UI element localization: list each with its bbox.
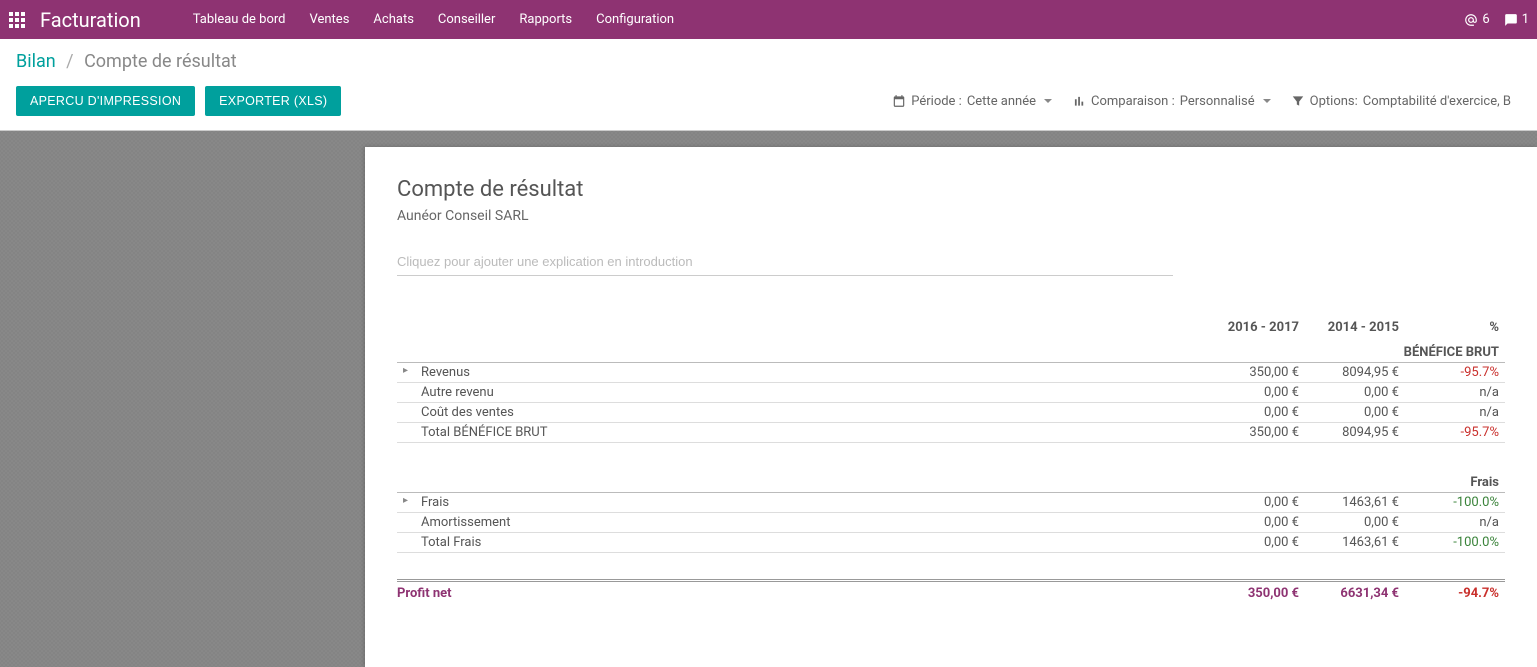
breadcrumb-current: Compte de résultat xyxy=(84,51,237,72)
percent-cell: n/a xyxy=(1405,512,1505,532)
calendar-icon xyxy=(892,94,906,108)
net-label: Profit net xyxy=(397,582,1205,603)
intro-input[interactable] xyxy=(397,248,1173,276)
row-label: Total BÉNÉFICE BRUT xyxy=(397,423,1205,443)
amount-cell: 0,00 € xyxy=(1205,492,1305,512)
report-canvas: Compte de résultat Aunéor Conseil SARL 2… xyxy=(0,130,1537,667)
table-row: ▸Frais0,00 €1463,61 €-100.0% xyxy=(397,492,1505,512)
amount-cell: 0,00 € xyxy=(1305,512,1405,532)
col-period-2: 2014 - 2015 xyxy=(1305,316,1405,341)
filter-options[interactable]: Options: Comptabilité d'exercice, B xyxy=(1281,94,1521,109)
comparison-label: Comparaison : xyxy=(1091,94,1175,109)
net-percent: -94.7% xyxy=(1405,582,1505,603)
chat-indicator[interactable]: 1 xyxy=(1504,12,1529,27)
section-header: Frais xyxy=(397,471,1505,493)
row-label: Total Frais xyxy=(397,532,1205,552)
row-label: Coût des ventes xyxy=(397,403,1205,423)
menu-item-purchases[interactable]: Achats xyxy=(361,0,425,39)
table-row: Amortissement0,00 €0,00 €n/a xyxy=(397,512,1505,532)
menu-item-config[interactable]: Configuration xyxy=(584,0,686,39)
filter-period[interactable]: Période : Cette année xyxy=(882,94,1062,109)
percent-cell: -100.0% xyxy=(1405,532,1505,552)
report-sheet: Compte de résultat Aunéor Conseil SARL 2… xyxy=(365,147,1537,667)
amount-cell: 350,00 € xyxy=(1205,363,1305,383)
amount-cell: 0,00 € xyxy=(1205,383,1305,403)
amount-cell: 0,00 € xyxy=(1205,532,1305,552)
expand-icon[interactable]: ▸ xyxy=(403,495,408,506)
bar-chart-icon xyxy=(1072,94,1086,108)
main-menu: Tableau de bord Ventes Achats Conseiller… xyxy=(181,0,686,39)
table-row: Autre revenu0,00 €0,00 €n/a xyxy=(397,383,1505,403)
mentions-count: 6 xyxy=(1482,12,1489,27)
amount-cell: 8094,95 € xyxy=(1305,363,1405,383)
chevron-down-icon xyxy=(1044,99,1052,103)
percent-cell: -95.7% xyxy=(1405,363,1505,383)
amount-cell: 8094,95 € xyxy=(1305,423,1405,443)
section-header: BÉNÉFICE BRUT xyxy=(397,341,1505,363)
top-navbar: Facturation Tableau de bord Ventes Achat… xyxy=(0,0,1537,39)
control-bar: APERCU D'IMPRESSION EXPORTER (XLS) Pério… xyxy=(0,80,1537,130)
net-profit-row: Profit net350,00 €6631,34 €-94.7% xyxy=(397,582,1505,603)
menu-item-reports[interactable]: Rapports xyxy=(507,0,584,39)
company-name: Aunéor Conseil SARL xyxy=(397,208,1505,224)
filter-comparison[interactable]: Comparaison : Personnalisé xyxy=(1062,94,1281,109)
menu-item-advisor[interactable]: Conseiller xyxy=(426,0,507,39)
net-amount: 6631,34 € xyxy=(1305,582,1405,603)
table-row: Total BÉNÉFICE BRUT350,00 €8094,95 €-95.… xyxy=(397,423,1505,443)
col-period-1: 2016 - 2017 xyxy=(1205,316,1305,341)
percent-cell: -95.7% xyxy=(1405,423,1505,443)
col-percent: % xyxy=(1405,316,1505,341)
net-amount: 350,00 € xyxy=(1205,582,1305,603)
options-label: Options: xyxy=(1310,94,1358,109)
app-brand: Facturation xyxy=(40,8,141,32)
print-preview-button[interactable]: APERCU D'IMPRESSION xyxy=(16,86,195,116)
mentions-indicator[interactable]: 6 xyxy=(1464,12,1489,27)
percent-cell: n/a xyxy=(1405,383,1505,403)
report-title: Compte de résultat xyxy=(397,177,1505,202)
export-xls-button[interactable]: EXPORTER (XLS) xyxy=(205,86,341,116)
row-label: Amortissement xyxy=(397,512,1205,532)
table-row: ▸Revenus350,00 €8094,95 €-95.7% xyxy=(397,363,1505,383)
chevron-down-icon xyxy=(1263,99,1271,103)
percent-cell: -100.0% xyxy=(1405,492,1505,512)
chat-icon xyxy=(1504,13,1518,27)
report-table: 2016 - 2017 2014 - 2015 % BÉNÉFICE BRUT▸… xyxy=(397,316,1505,603)
menu-item-sales[interactable]: Ventes xyxy=(297,0,361,39)
period-value: Cette année xyxy=(967,94,1036,109)
amount-cell: 350,00 € xyxy=(1205,423,1305,443)
amount-cell: 0,00 € xyxy=(1305,403,1405,423)
percent-cell: n/a xyxy=(1405,403,1505,423)
breadcrumb: Bilan / Compte de résultat xyxy=(0,39,1537,80)
menu-item-dashboard[interactable]: Tableau de bord xyxy=(181,0,298,39)
apps-icon[interactable] xyxy=(8,11,26,29)
row-label: Autre revenu xyxy=(397,383,1205,403)
table-row: Total Frais0,00 €1463,61 €-100.0% xyxy=(397,532,1505,552)
amount-cell: 1463,61 € xyxy=(1305,532,1405,552)
at-icon xyxy=(1464,13,1478,27)
breadcrumb-separator: / xyxy=(66,51,73,72)
row-label[interactable]: ▸Frais xyxy=(397,492,1205,512)
amount-cell: 0,00 € xyxy=(1205,403,1305,423)
comparison-value: Personnalisé xyxy=(1180,94,1255,109)
amount-cell: 0,00 € xyxy=(1305,383,1405,403)
amount-cell: 0,00 € xyxy=(1205,512,1305,532)
period-label: Période : xyxy=(911,94,962,109)
breadcrumb-root[interactable]: Bilan xyxy=(16,51,56,72)
amount-cell: 1463,61 € xyxy=(1305,492,1405,512)
chat-count: 1 xyxy=(1522,12,1529,27)
col-name xyxy=(397,316,1205,341)
row-label[interactable]: ▸Revenus xyxy=(397,363,1205,383)
options-value: Comptabilité d'exercice, B xyxy=(1363,94,1511,109)
expand-icon[interactable]: ▸ xyxy=(403,365,408,376)
funnel-icon xyxy=(1291,94,1305,108)
table-row: Coût des ventes0,00 €0,00 €n/a xyxy=(397,403,1505,423)
